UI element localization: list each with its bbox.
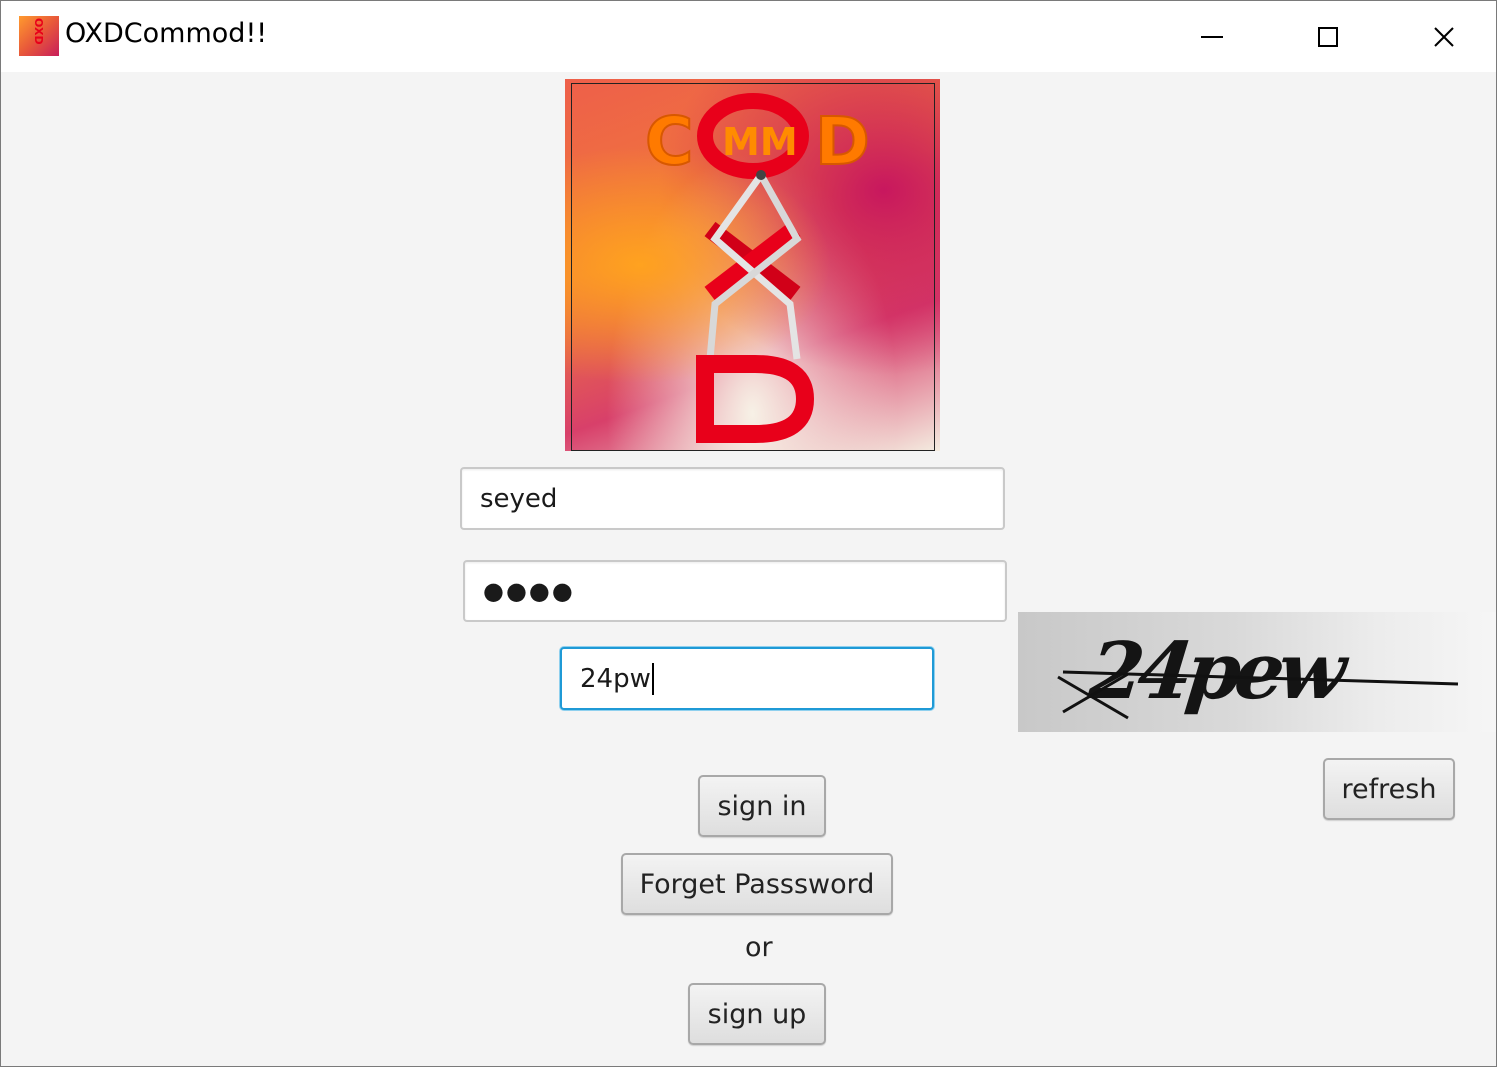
maximize-button[interactable]: [1270, 1, 1386, 72]
or-label: or: [745, 932, 773, 963]
close-icon: [1434, 26, 1454, 47]
captcha-input[interactable]: 24pw: [560, 647, 934, 710]
username-input[interactable]: seyed: [460, 467, 1005, 530]
app-window: OXD OXDCommod!! C D MM seyed ●●●● 24pw 2…: [0, 0, 1497, 1067]
captcha-image: 24pew: [1018, 612, 1496, 732]
minimize-button[interactable]: [1154, 1, 1270, 72]
svg-text:MM: MM: [722, 120, 798, 164]
svg-text:D: D: [815, 103, 870, 180]
sign-in-button[interactable]: sign in: [698, 775, 826, 837]
text-caret: [651, 662, 654, 695]
close-button[interactable]: [1386, 1, 1496, 72]
password-input[interactable]: ●●●●: [463, 560, 1007, 622]
svg-text:C: C: [645, 103, 693, 180]
refresh-button[interactable]: refresh: [1323, 758, 1455, 820]
captcha-input-value: 24pw: [580, 663, 651, 694]
sign-up-button[interactable]: sign up: [688, 983, 826, 1045]
logo-artwork: C D MM: [644, 93, 871, 443]
window-title: OXDCommod!!: [65, 18, 268, 49]
username-value: seyed: [480, 483, 558, 514]
password-value: ●●●●: [483, 577, 575, 605]
app-logo: C D MM: [565, 79, 940, 451]
maximize-icon: [1318, 26, 1338, 47]
title-bar[interactable]: OXD OXDCommod!!: [1, 1, 1496, 72]
minimize-icon: [1201, 35, 1223, 38]
captcha-noise-lines: [1057, 670, 1459, 720]
app-icon-label: OXD: [32, 18, 45, 45]
forget-password-button[interactable]: Forget Passsword: [621, 853, 893, 915]
app-icon: OXD: [19, 16, 59, 56]
